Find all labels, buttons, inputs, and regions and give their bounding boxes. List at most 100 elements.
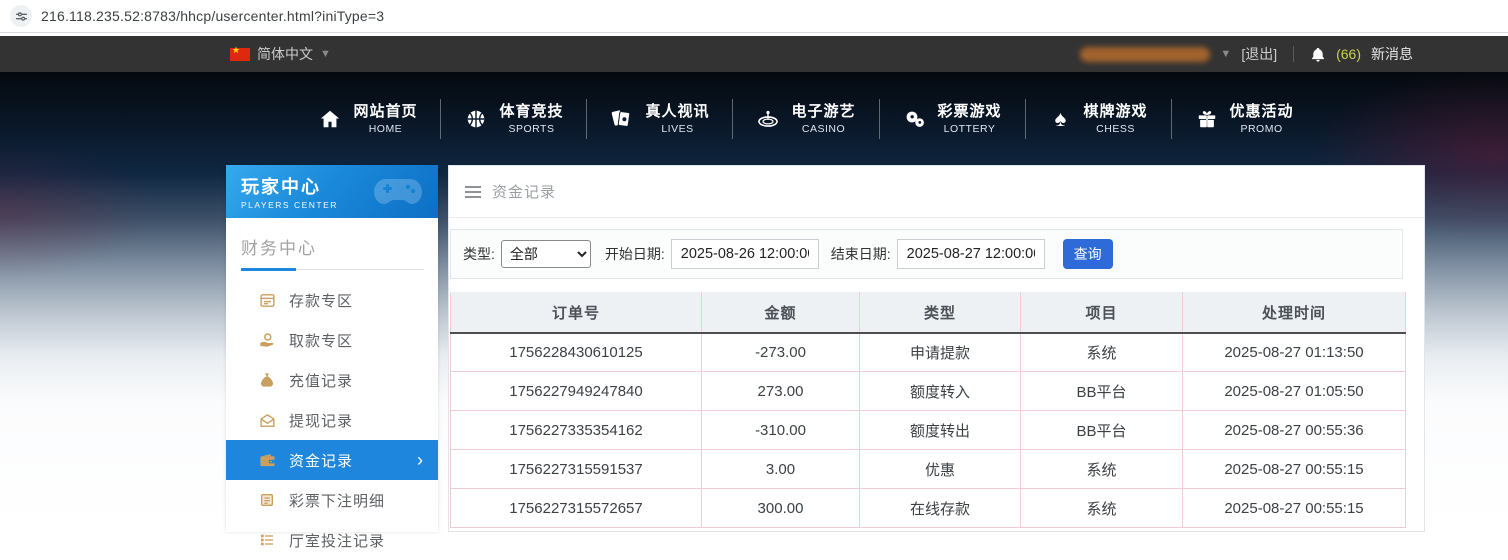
section-underline [241, 268, 424, 271]
user-chevron-down-icon[interactable]: ▼ [1220, 48, 1231, 60]
sidebar-item-label: 取款专区 [289, 332, 354, 350]
moneybag-icon [258, 371, 276, 389]
basketball-icon [464, 107, 488, 131]
sidebar-item-label: 厅室投注记录 [289, 532, 386, 550]
fund-records-table: 订单号 金额 类型 项目 处理时间 1756228430610125 -273.… [450, 292, 1406, 528]
sidebar-item-withdrawal-records[interactable]: 提现记录 [226, 400, 438, 440]
project: 系统 [1020, 449, 1183, 489]
finance-section-label: 财务中心 [241, 239, 317, 258]
nav-item-sports[interactable]: 体育竞技 SPORTS [464, 103, 563, 135]
sidebar-item-label: 充值记录 [289, 372, 354, 390]
type: 申请提款 [859, 332, 1021, 372]
spade-icon: ♠ [1054, 106, 1067, 131]
nav-divider [732, 99, 734, 139]
end-date-input[interactable] [896, 239, 1045, 269]
site-settings-icon[interactable] [10, 5, 32, 27]
sidebar-item-label: 彩票下注明细 [289, 492, 386, 510]
project: 系统 [1020, 488, 1183, 528]
type: 在线存款 [859, 488, 1021, 528]
nav-item-casino[interactable]: 电子游艺 CASINO [756, 103, 855, 135]
chevron-right-icon: › [417, 450, 424, 470]
cards-icon [610, 107, 634, 131]
sidebar-item-deposit[interactable]: 存款专区 [226, 280, 438, 320]
amount: -273.00 [701, 332, 860, 372]
divider [1293, 46, 1295, 62]
start-date-label: 开始日期: [604, 246, 665, 262]
amount: 273.00 [701, 371, 860, 411]
fund-records-panel: 资金记录 类型: 全部 开始日期: 结束日期: 查询 订单号 金额 类型 [448, 165, 1425, 532]
sidebar-item-withdraw[interactable]: 取款专区 [226, 320, 438, 360]
main-navigation: 网站首页 HOME 体育竞技 SPORTS 真人视讯 LIVES 电子游艺 CA… [0, 90, 1508, 148]
sidebar-item-hall-bet-records[interactable]: 厅室投注记录 [226, 520, 438, 560]
nav-item-lives[interactable]: 真人视讯 LIVES [610, 103, 709, 135]
sidebar-menu: 存款专区 取款专区 充值记录 提现记录 资金记录 › 彩票下注明细 厅室投注记录 [226, 280, 438, 560]
table-header-row: 订单号 金额 类型 项目 处理时间 [450, 292, 1406, 334]
sidebar-item-recharge-records[interactable]: 充值记录 [226, 360, 438, 400]
sidebar-item-label: 存款专区 [289, 292, 354, 310]
nav-divider [440, 99, 442, 139]
process-time: 2025-08-27 00:55:36 [1182, 410, 1406, 450]
nav-divider [1170, 99, 1172, 139]
process-time: 2025-08-27 00:55:15 [1182, 488, 1406, 528]
order-id: 1756227315591537 [450, 449, 702, 489]
project: 系统 [1020, 332, 1183, 372]
table-row: 1756227315591537 3.00 优惠 系统 2025-08-27 0… [450, 449, 1406, 489]
chevron-down-icon: ▼ [320, 48, 331, 60]
lottery-balls-icon [903, 107, 927, 131]
col-amount: 金额 [701, 292, 860, 334]
nav-item-lottery[interactable]: 彩票游戏 LOTTERY [903, 103, 1002, 135]
language-selector[interactable]: ★ 简体中文 ▼ [230, 44, 331, 64]
process-time: 2025-08-27 00:55:15 [1182, 449, 1406, 489]
project: BB平台 [1020, 410, 1183, 450]
table-row: 1756227315572657 300.00 在线存款 系统 2025-08-… [450, 488, 1406, 528]
col-order-id: 订单号 [450, 292, 702, 334]
language-label: 简体中文 [257, 46, 313, 62]
table-row: 1756227949247840 273.00 额度转入 BB平台 2025-0… [450, 371, 1406, 411]
bell-icon[interactable] [1310, 46, 1326, 63]
type-select[interactable]: 全部 [500, 240, 591, 268]
gift-icon [1195, 107, 1219, 131]
sidebar-item-fund-records[interactable]: 资金记录 › [226, 440, 438, 480]
browser-address-bar[interactable]: 216.118.235.52:8783/hhcp/usercenter.html… [0, 0, 1508, 33]
china-flag-icon: ★ [230, 45, 250, 61]
table-row: 1756227335354162 -310.00 额度转出 BB平台 2025-… [450, 410, 1406, 450]
envelope-icon [258, 411, 276, 429]
panel-title: 资金记录 [492, 184, 557, 201]
order-id: 1756228430610125 [450, 332, 702, 372]
sidebar-item-label: 提现记录 [289, 412, 354, 430]
col-type: 类型 [859, 292, 1021, 334]
start-date-input[interactable] [670, 239, 819, 269]
url-text[interactable]: 216.118.235.52:8783/hhcp/usercenter.html… [41, 8, 384, 24]
nav-divider [1024, 99, 1026, 139]
order-id: 1756227335354162 [450, 410, 702, 450]
type: 额度转出 [859, 410, 1021, 450]
search-button[interactable]: 查询 [1062, 239, 1113, 269]
table-row: 1756228430610125 -273.00 申请提款 系统 2025-08… [450, 332, 1406, 372]
type: 额度转入 [859, 371, 1021, 411]
nav-item-promo[interactable]: 优惠活动 PROMO [1195, 103, 1294, 135]
order-id: 1756227949247840 [450, 371, 702, 411]
home-icon [318, 107, 342, 131]
process-time: 2025-08-27 01:05:50 [1182, 371, 1406, 411]
top-utility-bar: ★ 简体中文 ▼ ▼ [退出] (66) 新消息 [0, 36, 1508, 72]
sidebar-item-lottery-bet-details[interactable]: 彩票下注明细 [226, 480, 438, 520]
deposit-card-icon [258, 291, 276, 309]
nav-item-home[interactable]: 网站首页 HOME [318, 103, 417, 135]
amount: -310.00 [701, 410, 860, 450]
logout-link[interactable]: [退出] [1241, 44, 1277, 64]
menu-icon[interactable] [465, 185, 481, 198]
sidebar-header: 玩家中心 PLAYERS CENTER [226, 165, 438, 218]
filter-bar: 类型: 全部 开始日期: 结束日期: 查询 [450, 229, 1403, 279]
type: 优惠 [859, 449, 1021, 489]
process-time: 2025-08-27 01:13:50 [1182, 332, 1406, 372]
new-messages-link[interactable]: 新消息 [1371, 44, 1413, 64]
players-center-sidebar: 玩家中心 PLAYERS CENTER 财务中心 存款专区 取款专区 充值记录 … [226, 165, 438, 550]
nav-divider [878, 99, 880, 139]
withdraw-hand-icon [258, 331, 276, 349]
gamepad-icon [372, 173, 424, 214]
message-count[interactable]: (66) [1336, 46, 1361, 62]
username-redacted[interactable] [1080, 46, 1211, 62]
nav-item-chess[interactable]: ♠ 棋牌游戏 CHESS [1049, 103, 1148, 134]
panel-title-bar: 资金记录 [449, 166, 1424, 218]
order-id: 1756227315572657 [450, 488, 702, 528]
